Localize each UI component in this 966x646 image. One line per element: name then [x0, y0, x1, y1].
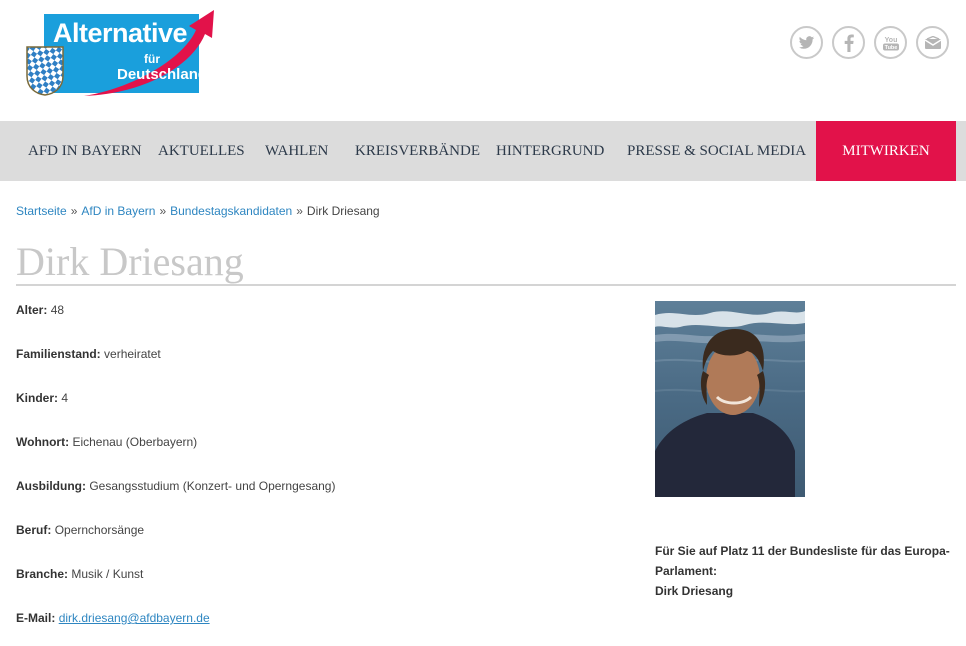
- svg-text:You: You: [884, 37, 897, 44]
- logo-deutschland: Deutschland: [117, 66, 208, 83]
- caption-text: Für Sie auf Platz 11 der Bundesliste für…: [655, 544, 950, 578]
- photo-caption: Für Sie auf Platz 11 der Bundesliste für…: [655, 541, 955, 601]
- info-row-beruf: Beruf: Opernchorsänge: [16, 523, 144, 537]
- breadcrumb-current: Dirk Driesang: [306, 204, 380, 218]
- info-label: Kinder:: [16, 391, 58, 405]
- breadcrumb-afd-in-bayern[interactable]: AfD in Bayern: [81, 204, 155, 218]
- info-label: Ausbildung:: [16, 479, 86, 493]
- info-value: 4: [61, 391, 69, 405]
- breadcrumb-bundestagskandidaten[interactable]: Bundestagskandidaten: [170, 204, 292, 218]
- breadcrumb-separator: »: [296, 204, 303, 218]
- breadcrumb-separator: »: [159, 204, 167, 218]
- info-row-branche: Branche: Musik / Kunst: [16, 567, 143, 581]
- nav-item-wahlen[interactable]: WAHLEN: [265, 121, 328, 181]
- info-label: Alter:: [16, 303, 48, 317]
- candidate-photo: [655, 301, 805, 497]
- info-row-ausbildung: Ausbildung: Gesangsstudium (Konzert- und…: [16, 479, 335, 493]
- info-label: E-Mail:: [16, 611, 56, 625]
- info-value: Musik / Kunst: [71, 567, 144, 581]
- nav-item-afd-in-bayern[interactable]: AFD IN BAYERN: [28, 121, 142, 181]
- breadcrumb: Startseite» AfD in Bayern» Bundestagskandi…: [16, 204, 380, 218]
- nav-item-presse-social-media[interactable]: PRESSE & SOCIAL MEDIA: [627, 121, 806, 181]
- info-row-alter: Alter: 48: [16, 303, 64, 317]
- info-value: Gesangsstudium (Konzert- und Operngesang…: [89, 479, 336, 493]
- envelope-icon[interactable]: [916, 26, 949, 59]
- main-navigation: AFD IN BAYERN AKTUELLES WAHLEN KREISVERB…: [0, 121, 966, 181]
- info-value: Opernchorsänge: [54, 523, 145, 537]
- mitwirken-button[interactable]: MITWIRKEN: [816, 121, 956, 181]
- info-value: Eichenau (Oberbayern): [72, 435, 198, 449]
- nav-item-aktuelles[interactable]: AKTUELLES: [158, 121, 245, 181]
- page-title: Dirk Driesang: [16, 239, 244, 284]
- info-label: Wohnort:: [16, 435, 70, 449]
- logo-wordmark: Alternative: [53, 18, 188, 48]
- caption-name: Dirk Driesang: [655, 584, 734, 598]
- site-header: Alternative für Deutschland You Tube: [0, 0, 966, 121]
- nav-item-kreisverbaende[interactable]: KREISVERBÄNDE: [355, 121, 480, 181]
- info-label: Branche:: [16, 567, 69, 581]
- logo-fuer: für: [144, 52, 160, 66]
- bavarian-shield-icon: [26, 46, 64, 96]
- social-links: You Tube: [790, 26, 949, 59]
- info-row-kinder: Kinder: 4: [16, 391, 68, 405]
- info-value: 48: [50, 303, 65, 317]
- info-row-familienstand: Familienstand: verheiratet: [16, 347, 161, 361]
- info-row-wohnort: Wohnort: Eichenau (Oberbayern): [16, 435, 197, 449]
- youtube-icon[interactable]: You Tube: [874, 26, 907, 59]
- info-value: verheiratet: [104, 347, 161, 361]
- svg-text:Tube: Tube: [884, 45, 897, 51]
- twitter-icon[interactable]: [790, 26, 823, 59]
- info-label: Beruf:: [16, 523, 52, 537]
- email-link[interactable]: dirk.driesang@afdbayern.de: [59, 611, 210, 625]
- afd-logo[interactable]: Alternative für Deutschland: [24, 8, 216, 98]
- breadcrumb-startseite[interactable]: Startseite: [16, 204, 67, 218]
- info-row-email: E-Mail: dirk.driesang@afdbayern.de: [16, 611, 210, 625]
- nav-item-hintergrund[interactable]: HINTERGRUND: [496, 121, 604, 181]
- info-label: Familienstand:: [16, 347, 101, 361]
- title-divider: [16, 284, 956, 286]
- facebook-icon[interactable]: [832, 26, 865, 59]
- breadcrumb-separator: »: [70, 204, 78, 218]
